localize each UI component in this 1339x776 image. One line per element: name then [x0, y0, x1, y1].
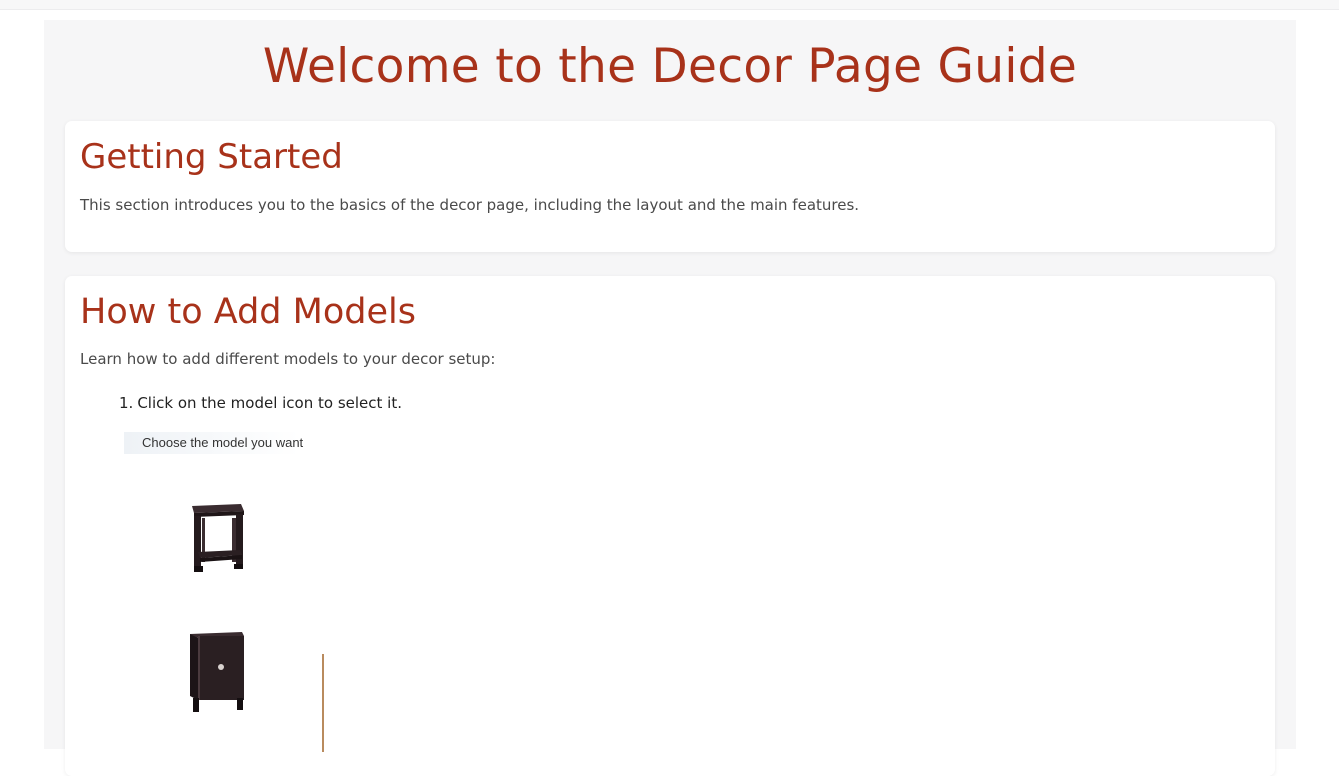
section-heading: How to Add Models	[80, 292, 416, 332]
step-item: 1. Click on the model icon to select it.	[119, 394, 402, 412]
model-picker-screenshot: Choose the model you want	[124, 432, 330, 752]
section-getting-started: Getting Started This section introduces …	[65, 121, 1275, 252]
section-heading: Getting Started	[80, 137, 343, 177]
divider-line	[322, 654, 324, 752]
section-body: Learn how to add different models to you…	[80, 350, 496, 368]
section-body: This section introduces you to the basic…	[80, 196, 860, 214]
guide-page: Welcome to the Decor Page Guide Getting …	[44, 20, 1296, 776]
page-title: Welcome to the Decor Page Guide	[262, 39, 1078, 94]
picker-header: Choose the model you want	[124, 432, 330, 454]
section-how-to-add-models: How to Add Models Learn how to add diffe…	[65, 276, 1275, 776]
nightstand-cabinet-icon[interactable]	[178, 626, 258, 720]
side-table-icon[interactable]	[178, 498, 258, 582]
browser-top-strip	[0, 0, 1339, 10]
step-text: Click on the model icon to select it.	[137, 394, 402, 412]
step-number: 1.	[119, 394, 134, 412]
picker-label: Choose the model you want	[142, 435, 304, 450]
